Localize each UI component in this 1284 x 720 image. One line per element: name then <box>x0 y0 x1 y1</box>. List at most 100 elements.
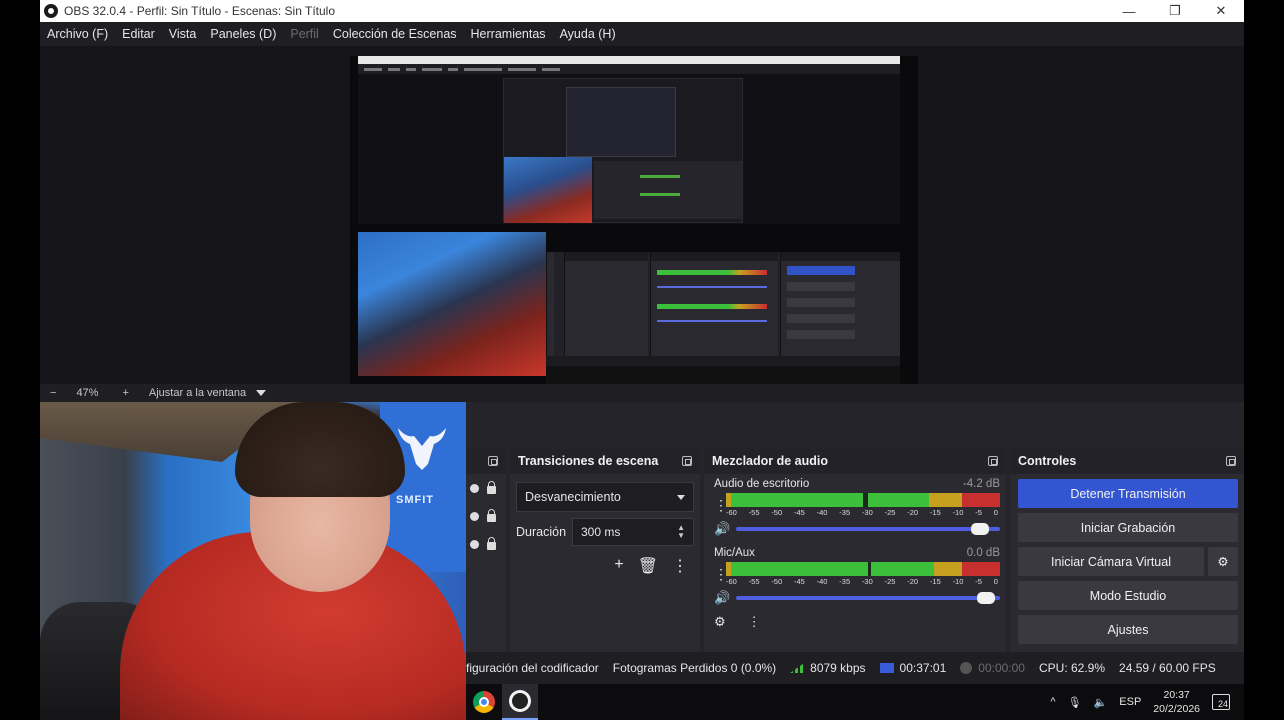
duration-input[interactable]: 300 ms ▲ ▼ <box>572 518 694 546</box>
start-recording-button[interactable]: Iniciar Grabación <box>1018 513 1238 542</box>
transitions-dock: Transiciones de escena Desvanecimiento D… <box>510 448 700 652</box>
system-tray: ^ 🎙 🔈 ESP 20:37 20/2/2026 24 <box>1050 688 1244 716</box>
volume-slider[interactable] <box>736 592 1000 604</box>
track-db: -4.2 dB <box>962 478 1000 490</box>
menu-profile: Perfil <box>290 27 319 41</box>
track-menu-icon[interactable]: ⋮ <box>714 567 728 581</box>
audio-more-button[interactable]: ⋮ <box>748 614 761 630</box>
popout-icon[interactable] <box>682 456 692 466</box>
menu-bar: Archivo (F) Editar Vista Paneles (D) Per… <box>40 22 1244 46</box>
taskbar-obs[interactable] <box>502 684 538 720</box>
eye-icon[interactable] <box>470 483 479 493</box>
delete-transition-button[interactable]: 🗑 <box>638 556 658 576</box>
lock-icon[interactable] <box>487 481 496 494</box>
encoder-status: figuración del codificador <box>466 661 599 675</box>
nested-webcam <box>358 232 546 376</box>
bitrate: 8079 kbps <box>790 661 866 675</box>
notification-icon[interactable]: 24 <box>1212 694 1230 710</box>
transition-more-button[interactable]: ⋮ <box>672 556 688 576</box>
clock[interactable]: 20:37 20/2/2026 <box>1153 688 1200 716</box>
volume-knob[interactable] <box>971 523 990 535</box>
fps: 24.59 / 60.00 FPS <box>1119 661 1216 675</box>
track-name: Audio de escritorio <box>714 478 810 490</box>
source-row[interactable] <box>466 502 506 530</box>
volume-meter <box>726 493 1000 507</box>
lock-icon[interactable] <box>487 537 496 550</box>
duration-row: Duración 300 ms ▲ ▼ <box>516 518 694 546</box>
nested-inner-docks <box>594 161 742 219</box>
speaker-icon[interactable]: 🔊 <box>714 590 730 606</box>
settings-button[interactable]: Ajustes <box>1018 615 1238 644</box>
nested-docks <box>546 252 900 356</box>
nested-inner-window <box>566 87 676 157</box>
popout-icon[interactable] <box>488 456 498 466</box>
start-virtual-cam-button[interactable]: Iniciar Cámara Virtual <box>1018 547 1204 576</box>
menu-scene-collection[interactable]: Colección de Escenas <box>333 27 457 41</box>
track-menu-icon[interactable]: ⋮ <box>714 498 728 512</box>
maximize-button[interactable]: ❐ <box>1152 0 1198 22</box>
menu-file[interactable]: Archivo (F) <box>47 27 108 41</box>
source-row[interactable] <box>466 474 506 502</box>
nested-inner-preview <box>503 78 743 223</box>
controls-title: Controles <box>1018 454 1077 468</box>
cpu-usage: CPU: 62.9% <box>1038 661 1106 675</box>
sources-dock <box>466 448 506 652</box>
transition-select[interactable]: Desvanecimiento <box>516 482 694 512</box>
transition-selected: Desvanecimiento <box>525 490 621 504</box>
gear-icon[interactable]: ⚙ <box>1208 547 1238 576</box>
sources-dock-header <box>466 448 506 474</box>
chevron-down-icon <box>677 494 685 500</box>
zoom-in-button[interactable]: + <box>122 387 128 399</box>
controls-dock-header: Controles <box>1010 448 1244 474</box>
volume-meter <box>726 562 1000 576</box>
volume-slider[interactable] <box>736 523 1000 535</box>
zoom-out-button[interactable]: − <box>50 387 56 399</box>
controls-dock: Controles Detener Transmisión Iniciar Gr… <box>1010 448 1244 652</box>
stop-stream-button[interactable]: Detener Transmisión <box>1018 479 1238 508</box>
zoom-bar: − 47% + Ajustar a la ventana <box>40 384 1244 402</box>
program-preview[interactable] <box>350 56 918 384</box>
nested-taskbar <box>546 366 900 384</box>
source-row[interactable] <box>466 530 506 558</box>
transitions-dock-header: Transiciones de escena <box>510 448 700 474</box>
lock-icon[interactable] <box>487 509 496 522</box>
eye-icon[interactable] <box>470 511 479 521</box>
nested-window-titlebar <box>358 56 900 64</box>
gear-icon[interactable]: ⚙ <box>714 614 726 630</box>
studio-mode-button[interactable]: Modo Estudio <box>1018 581 1238 610</box>
menu-edit[interactable]: Editar <box>122 27 155 41</box>
taskbar-chrome[interactable] <box>466 684 502 720</box>
popout-icon[interactable] <box>988 456 998 466</box>
nested-preview <box>358 74 900 224</box>
network-icon <box>790 663 805 673</box>
spinner-icon[interactable]: ▲ ▼ <box>677 524 685 540</box>
menu-view[interactable]: Vista <box>169 27 197 41</box>
minimize-button[interactable]: — <box>1106 0 1152 22</box>
menu-help[interactable]: Ayuda (H) <box>560 27 616 41</box>
eye-icon[interactable] <box>470 539 479 549</box>
menu-tools[interactable]: Herramientas <box>471 27 546 41</box>
close-button[interactable]: ✕ <box>1198 0 1244 22</box>
docks-area: Transiciones de escena Desvanecimiento D… <box>466 402 1244 652</box>
zoom-fit-select[interactable]: Ajustar a la ventana <box>149 387 246 399</box>
popout-icon[interactable] <box>1226 456 1236 466</box>
volume-icon[interactable]: 🔈 <box>1094 696 1108 709</box>
menu-docks[interactable]: Paneles (D) <box>210 27 276 41</box>
clock-time: 20:37 <box>1163 689 1190 701</box>
chevron-down-icon[interactable] <box>256 390 267 396</box>
transitions-title: Transiciones de escena <box>518 454 659 468</box>
chevron-up-icon[interactable]: ^ <box>1050 696 1055 708</box>
audio-footer: ⚙ ⋮ <box>704 606 1006 630</box>
preview-area[interactable] <box>40 46 1244 384</box>
add-transition-button[interactable]: + <box>614 556 623 576</box>
obs-icon <box>509 690 531 712</box>
speaker-icon[interactable]: 🔊 <box>714 521 730 537</box>
clock-date: 20/2/2026 <box>1153 703 1200 715</box>
volume-knob[interactable] <box>976 592 995 604</box>
virtual-cam-row: Iniciar Cámara Virtual ⚙ <box>1018 547 1238 576</box>
language-indicator[interactable]: ESP <box>1119 696 1141 708</box>
meter-ticks: -60 -55 -50 -45 -40 -35 -30 -25 -20 -15 -10 -5 0 <box>726 577 998 586</box>
dropped-frames: Fotogramas Perdidos 0 (0.0%) <box>612 661 777 675</box>
microphone-icon[interactable]: 🎙 <box>1068 696 1082 709</box>
audio-mixer-dock: Mezclador de audio Audio de escritorio -… <box>704 448 1006 652</box>
